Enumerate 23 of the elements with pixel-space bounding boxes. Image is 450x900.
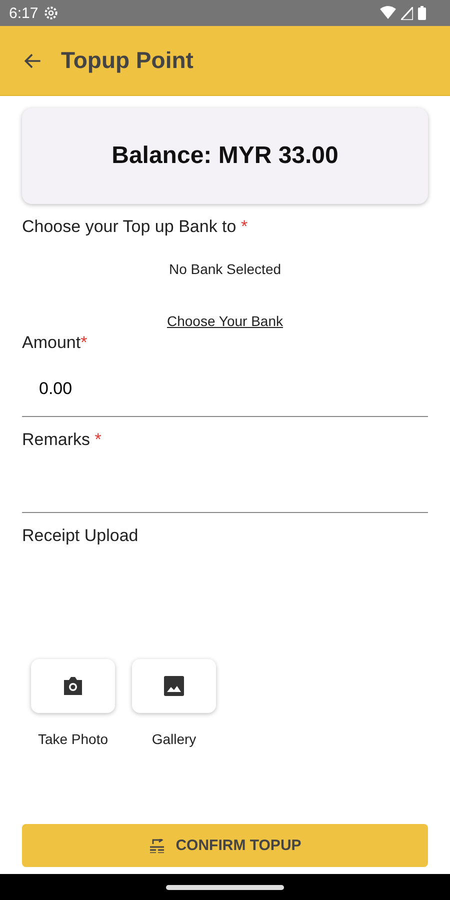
amount-field[interactable]: 0.00 <box>22 361 428 417</box>
balance-text: Balance: MYR 33.00 <box>112 142 338 170</box>
status-time: 6:17 <box>9 4 38 22</box>
settings-icon <box>43 5 60 21</box>
camera-button[interactable] <box>31 659 115 713</box>
upload-option-label: Gallery <box>152 731 196 747</box>
signal-icon <box>401 6 413 20</box>
gallery-button[interactable] <box>132 659 216 713</box>
camera-icon <box>62 676 84 696</box>
image-icon <box>164 676 184 696</box>
home-handle[interactable] <box>166 884 284 890</box>
wifi-icon <box>380 6 396 20</box>
amount-label: Amount* <box>22 333 88 353</box>
bank-status: No Bank Selected <box>168 261 282 277</box>
receipt-label: Receipt Upload <box>22 526 140 546</box>
bank-label: Choose your Top up Bank to * <box>22 217 249 237</box>
upload-option-label: Take Photo <box>38 731 108 747</box>
transfer-icon <box>148 838 165 852</box>
battery-icon <box>418 6 426 20</box>
choose-bank-link[interactable]: Choose Your Bank <box>167 313 283 329</box>
confirm-topup-button[interactable]: CONFIRM TOPUP <box>22 824 428 867</box>
page-title: Topup Point <box>61 47 194 74</box>
remarks-label: Remarks * <box>22 430 102 450</box>
